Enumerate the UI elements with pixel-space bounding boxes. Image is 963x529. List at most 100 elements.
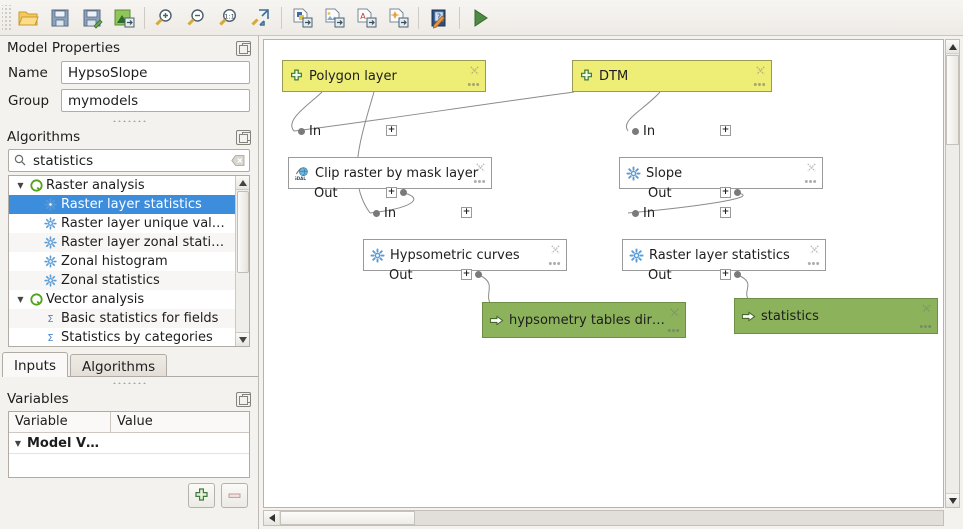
- node-menu-dots-icon[interactable]: [467, 82, 480, 87]
- tree-item-raster-layer-unique-val[interactable]: Raster layer unique val…: [9, 214, 235, 233]
- node-hypsometry-tables-dir[interactable]: hypsometry tables dir…: [482, 302, 686, 338]
- node-dtm[interactable]: DTM: [572, 60, 772, 92]
- expand-arrow-icon[interactable]: ▼: [9, 439, 27, 448]
- export-as-image-button[interactable]: [318, 3, 350, 33]
- port-expand-plus-button[interactable]: +: [461, 207, 472, 218]
- export-as-svg-button[interactable]: [382, 3, 414, 33]
- remove-variable-button[interactable]: [221, 483, 248, 508]
- export-model-button[interactable]: [108, 3, 140, 33]
- zoom-out-button[interactable]: [181, 3, 213, 33]
- port-connector-dot[interactable]: [373, 210, 380, 217]
- canvas-horizontal-scrollbar[interactable]: [263, 510, 944, 526]
- port-raster-layer-statistics-in[interactable]: In: [632, 206, 655, 221]
- toolbar-drag-handle[interactable]: [2, 5, 12, 31]
- close-node-icon[interactable]: [669, 307, 680, 318]
- scroll-down-arrow-icon[interactable]: [236, 332, 250, 346]
- port-connector-dot[interactable]: [475, 271, 482, 278]
- port-connector-dot[interactable]: [400, 189, 407, 196]
- port-expand-plus-button[interactable]: +: [461, 269, 472, 280]
- port-clip-raster-by-mask-layer-out[interactable]: Out: [314, 186, 338, 201]
- port-connector-dot[interactable]: [632, 128, 639, 135]
- node-slope[interactable]: Slope: [619, 157, 823, 189]
- export-as-pdf-button[interactable]: A: [350, 3, 382, 33]
- scrollbar-thumb[interactable]: [237, 191, 249, 273]
- node-statistics[interactable]: statistics: [734, 298, 938, 334]
- expand-arrow-icon[interactable]: ▼: [14, 181, 27, 190]
- algorithms-tree-scrollbar[interactable]: [235, 176, 249, 346]
- tree-item-statistics-by-categories[interactable]: ΣStatistics by categories: [9, 328, 235, 346]
- zoom-in-button[interactable]: [149, 3, 181, 33]
- tree-item-zonal-histogram[interactable]: Zonal histogram: [9, 252, 235, 271]
- model-name-input[interactable]: [61, 61, 250, 84]
- zoom-actual-button[interactable]: 1:1: [213, 3, 245, 33]
- tree-item-vector-analysis[interactable]: ▼Vector analysis: [9, 290, 235, 309]
- port-connector-dot[interactable]: [734, 189, 741, 196]
- node-menu-dots-icon[interactable]: [548, 261, 561, 266]
- clear-search-icon[interactable]: [231, 154, 245, 167]
- close-node-icon[interactable]: [806, 162, 817, 173]
- variables-table[interactable]: Variable Value ▼ Model V…: [8, 411, 250, 478]
- close-node-icon[interactable]: [809, 244, 820, 255]
- node-menu-dots-icon[interactable]: [919, 324, 932, 329]
- tree-item-raster-layer-zonal-stati[interactable]: Raster layer zonal stati…: [9, 233, 235, 252]
- zoom-full-button[interactable]: [245, 3, 277, 33]
- port-connector-dot[interactable]: [632, 210, 639, 217]
- node-menu-dots-icon[interactable]: [473, 179, 486, 184]
- port-clip-raster-by-mask-layer-in[interactable]: In: [298, 124, 321, 139]
- scroll-up-arrow-icon[interactable]: [236, 176, 249, 190]
- algorithms-tree[interactable]: ▼Raster analysisRaster layer statisticsR…: [8, 175, 250, 347]
- port-expand-plus-button[interactable]: +: [720, 269, 731, 280]
- port-expand-plus-button[interactable]: +: [386, 187, 397, 198]
- horizontal-scrollbar-thumb[interactable]: [280, 511, 415, 525]
- float-panel-icon[interactable]: [236, 41, 251, 56]
- float-panel-icon[interactable]: [236, 392, 251, 407]
- column-header-variable[interactable]: Variable: [9, 412, 111, 432]
- close-node-icon[interactable]: [475, 162, 486, 173]
- port-raster-layer-statistics-out[interactable]: Out: [648, 268, 672, 283]
- run-model-button[interactable]: [464, 3, 496, 33]
- algorithm-search-input[interactable]: [8, 149, 250, 172]
- node-menu-dots-icon[interactable]: [667, 328, 680, 333]
- tree-item-raster-layer-statistics[interactable]: Raster layer statistics: [9, 195, 235, 214]
- port-expand-plus-button[interactable]: +: [386, 125, 397, 136]
- save-model-button[interactable]: [44, 3, 76, 33]
- port-hypsometric-curves-in[interactable]: In: [373, 206, 396, 221]
- variables-splitter[interactable]: [0, 377, 258, 387]
- node-menu-dots-icon[interactable]: [807, 261, 820, 266]
- panel-splitter[interactable]: [0, 115, 258, 125]
- float-panel-icon[interactable]: [236, 130, 251, 145]
- port-slope-in[interactable]: In: [632, 124, 655, 139]
- close-node-icon[interactable]: [921, 303, 932, 314]
- close-node-icon[interactable]: [550, 244, 561, 255]
- node-clip-raster-by-mask-layer[interactable]: GDALClip raster by mask layer: [288, 157, 492, 189]
- scroll-up-arrow-icon[interactable]: [946, 40, 959, 54]
- expand-arrow-icon[interactable]: ▼: [14, 295, 27, 304]
- port-expand-plus-button[interactable]: +: [720, 207, 731, 218]
- node-raster-layer-statistics[interactable]: Raster layer statistics: [622, 239, 826, 271]
- save-model-as-button[interactable]: [76, 3, 108, 33]
- edit-help-button[interactable]: ?: [423, 3, 455, 33]
- column-header-value[interactable]: Value: [111, 412, 249, 432]
- node-menu-dots-icon[interactable]: [753, 82, 766, 87]
- close-node-icon[interactable]: [469, 65, 480, 76]
- close-node-icon[interactable]: [755, 65, 766, 76]
- port-slope-out[interactable]: Out: [648, 186, 672, 201]
- port-connector-dot[interactable]: [734, 271, 741, 278]
- tab-algorithms[interactable]: Algorithms: [70, 354, 167, 376]
- vertical-scrollbar-thumb[interactable]: [946, 55, 959, 145]
- canvas-vertical-scrollbar[interactable]: [945, 39, 960, 508]
- model-canvas[interactable]: Polygon layer DTM GDALClip raster by mask …: [263, 39, 944, 508]
- add-variable-button[interactable]: [188, 483, 215, 508]
- port-connector-dot[interactable]: [298, 128, 305, 135]
- scroll-down-arrow-icon[interactable]: [946, 493, 959, 507]
- tree-item-zonal-statistics[interactable]: Zonal statistics: [9, 271, 235, 290]
- export-as-python-button[interactable]: [286, 3, 318, 33]
- tab-inputs[interactable]: Inputs: [2, 352, 68, 377]
- node-menu-dots-icon[interactable]: [804, 179, 817, 184]
- port-expand-plus-button[interactable]: +: [720, 125, 731, 136]
- model-group-input[interactable]: [61, 89, 250, 112]
- tree-item-basic-statistics-for-fields[interactable]: ΣBasic statistics for fields: [9, 309, 235, 328]
- tree-item-raster-analysis[interactable]: ▼Raster analysis: [9, 176, 235, 195]
- node-polygon-layer[interactable]: Polygon layer: [282, 60, 486, 92]
- table-row[interactable]: ▼ Model V…: [9, 433, 249, 454]
